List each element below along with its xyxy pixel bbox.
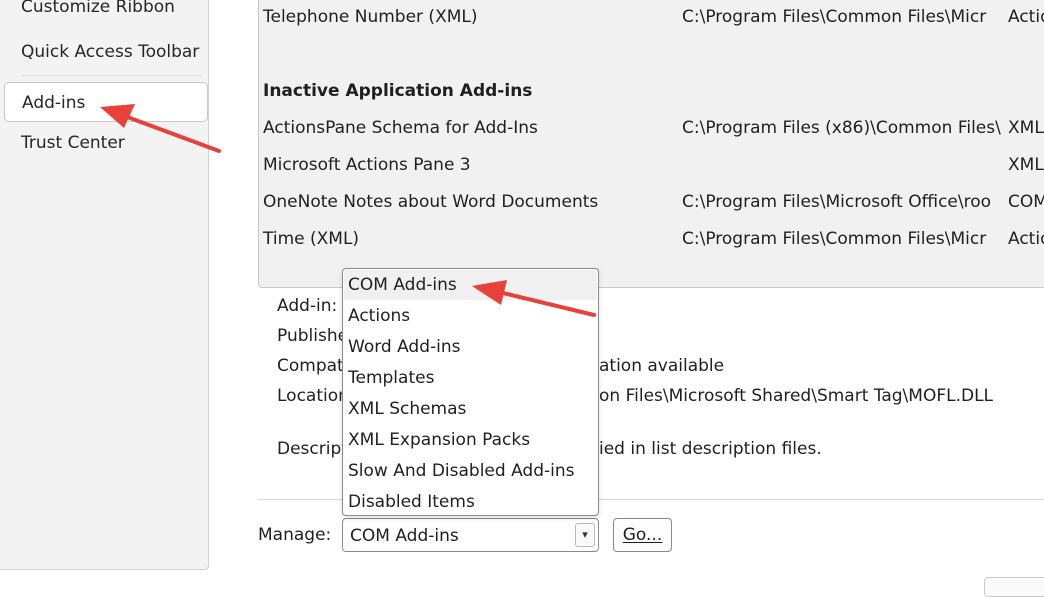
manage-label: Manage:	[258, 525, 332, 545]
sidebar-item-trust-center[interactable]: Trust Center	[4, 123, 208, 163]
sidebar-item-label: Customize Ribbon	[21, 0, 175, 17]
addin-location: C:\Program Files\Common Files\Micr	[682, 7, 987, 27]
compatibility-detail-value: ation available	[599, 356, 725, 376]
dropdown-option-templates[interactable]: Templates	[344, 363, 597, 393]
addin-location: C:\Program Files\Microsoft Office\roo	[682, 192, 992, 212]
ok-button[interactable]	[984, 577, 1044, 597]
dropdown-option-xml-expansion-packs[interactable]: XML Expansion Packs	[344, 425, 597, 455]
dropdown-option-slow-and-disabled[interactable]: Slow And Disabled Add-ins	[344, 456, 597, 486]
sidebar-divider	[21, 75, 201, 76]
dropdown-option-actions[interactable]: Actions	[344, 301, 597, 331]
sidebar-item-label: Quick Access Toolbar	[21, 42, 200, 62]
description-detail-label: Descript	[277, 439, 348, 459]
chevron-down-icon[interactable]: ▾	[575, 523, 595, 547]
addin-location: C:\Program Files (x86)\Common Files\	[682, 118, 1001, 138]
addin-type: COM	[1008, 192, 1044, 212]
options-sidebar: Customize Ribbon Quick Access Toolbar Ad…	[0, 0, 209, 570]
sidebar-item-add-ins[interactable]: Add-ins	[4, 82, 208, 122]
addin-detail-label: Add-in:	[277, 296, 338, 316]
location-detail-value: on Files\Microsoft Shared\Smart Tag\MOFL…	[599, 386, 994, 406]
sidebar-item-customize-ribbon[interactable]: Customize Ribbon	[4, 0, 208, 27]
description-detail-value: ied in list description files.	[599, 439, 822, 459]
addin-name: ActionsPane Schema for Add-Ins	[263, 118, 538, 138]
sidebar-item-quick-access-toolbar[interactable]: Quick Access Toolbar	[4, 32, 208, 72]
dropdown-option-word-add-ins[interactable]: Word Add-ins	[344, 332, 597, 362]
sidebar-item-label: Trust Center	[21, 133, 125, 153]
publisher-detail-label: Publishe	[277, 326, 349, 346]
addin-type: Actio	[1008, 7, 1044, 27]
addin-name: Telephone Number (XML)	[263, 7, 478, 27]
addin-location: C:\Program Files\Common Files\Micr	[682, 229, 987, 249]
addin-name: Microsoft Actions Pane 3	[263, 155, 471, 175]
addin-name: Time (XML)	[263, 229, 360, 249]
compatibility-detail-label: Compat	[277, 356, 344, 376]
dropdown-option-com-add-ins[interactable]: COM Add-ins	[344, 270, 597, 300]
location-detail-label: Location	[277, 386, 349, 406]
manage-dropdown-list[interactable]: COM Add-ins Actions Word Add-ins Templat…	[342, 268, 599, 516]
dropdown-option-disabled-items[interactable]: Disabled Items	[344, 487, 597, 517]
addin-type: XML	[1008, 118, 1044, 138]
addin-type: XML	[1008, 155, 1044, 175]
addin-type: Actio	[1008, 229, 1044, 249]
section-heading-inactive: Inactive Application Add-ins	[263, 81, 533, 101]
dropdown-option-xml-schemas[interactable]: XML Schemas	[344, 394, 597, 424]
go-button[interactable]: Go...	[613, 518, 672, 552]
sidebar-item-label: Add-ins	[22, 93, 86, 113]
manage-select[interactable]: COM Add-ins ▾	[342, 518, 599, 552]
addin-name: OneNote Notes about Word Documents	[263, 192, 599, 212]
manage-select-value: COM Add-ins	[350, 526, 459, 546]
